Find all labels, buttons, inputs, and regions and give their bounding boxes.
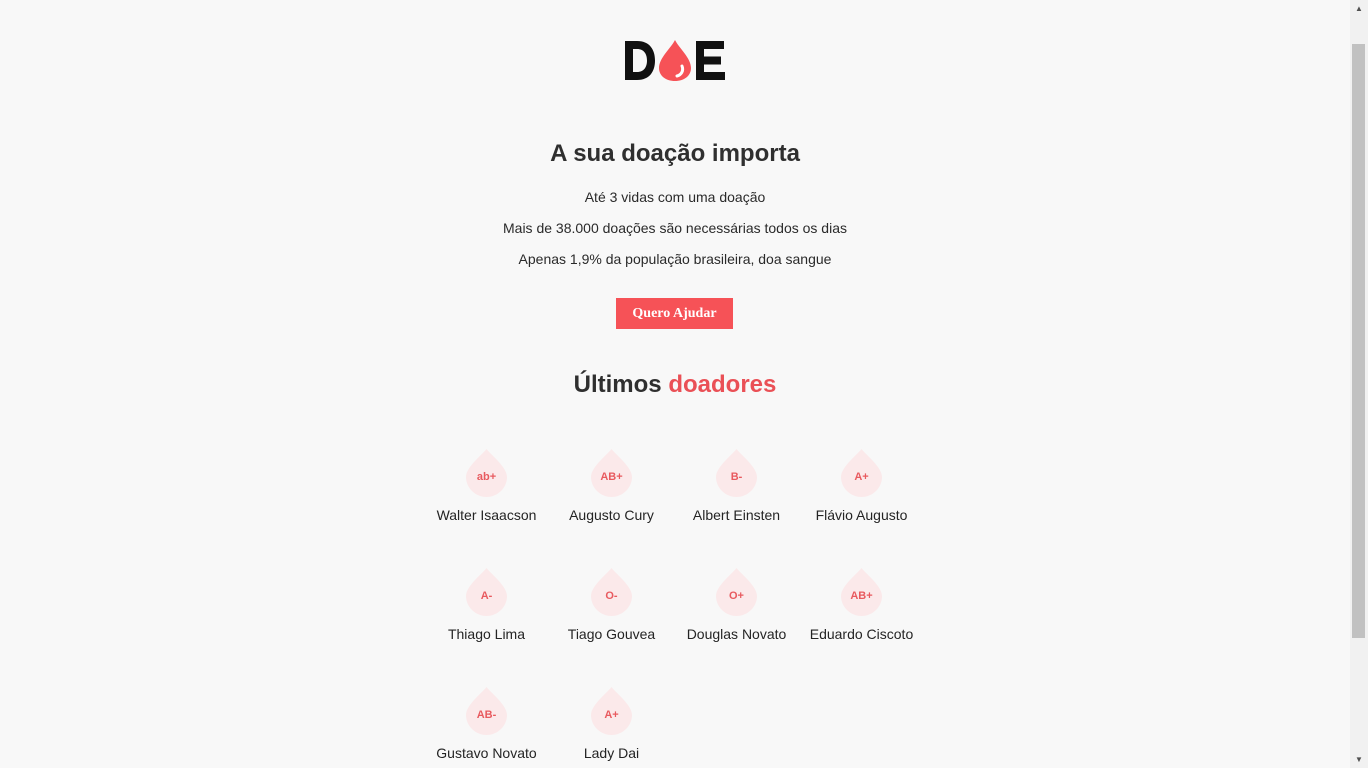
scrollbar-thumb[interactable] bbox=[1352, 44, 1365, 638]
donor-card: O- Tiago Gouvea bbox=[549, 568, 674, 658]
blood-type-label: O- bbox=[605, 590, 618, 602]
donors-section-title: Últimos doadores bbox=[0, 371, 1350, 399]
blood-type-label: ab+ bbox=[476, 471, 497, 483]
fact-donations-needed: Mais de 38.000 doações são necessárias t… bbox=[503, 220, 847, 236]
donor-name: Albert Einsten bbox=[692, 507, 781, 523]
page-title: A sua doação importa bbox=[550, 140, 800, 167]
fact-population: Apenas 1,9% da população brasileira, doa… bbox=[518, 251, 832, 267]
donor-card: A+ Lady Dai bbox=[549, 687, 674, 768]
blood-type-label: A- bbox=[480, 590, 493, 602]
arrow-down-icon[interactable]: ▼ bbox=[1350, 751, 1368, 768]
donor-name: Lady Dai bbox=[583, 745, 640, 761]
blood-type-label: AB- bbox=[476, 709, 497, 721]
blood-type-label: AB+ bbox=[600, 471, 623, 483]
arrow-up-icon[interactable]: ▲ bbox=[1350, 0, 1368, 17]
doe-logo bbox=[624, 38, 728, 84]
donor-name: Eduardo Ciscoto bbox=[809, 626, 914, 642]
donors-title-main: Últimos bbox=[573, 371, 662, 398]
page: A sua doação importa Até 3 vidas com uma… bbox=[0, 0, 1350, 768]
donor-name: Gustavo Novato bbox=[436, 745, 537, 761]
blood-type-label: A+ bbox=[854, 471, 869, 483]
donor-card: B- Albert Einsten bbox=[674, 449, 799, 539]
blood-type-label: AB+ bbox=[850, 590, 873, 602]
blood-type-label: B- bbox=[730, 471, 743, 483]
donor-name: Walter Isaacson bbox=[436, 507, 537, 523]
donor-name: Flávio Augusto bbox=[815, 507, 908, 523]
fact-lives: Até 3 vidas com uma doação bbox=[584, 189, 766, 205]
donor-card: AB- Gustavo Novato bbox=[424, 687, 549, 768]
donor-card: ab+ Walter Isaacson bbox=[424, 449, 549, 539]
donor-name: Douglas Novato bbox=[686, 626, 787, 642]
donor-name: Augusto Cury bbox=[569, 507, 654, 523]
donor-name: Thiago Lima bbox=[447, 626, 526, 642]
donor-card: O+ Douglas Novato bbox=[674, 568, 799, 658]
blood-type-label: O+ bbox=[729, 590, 744, 602]
donor-card: AB+ Eduardo Ciscoto bbox=[799, 568, 924, 658]
donors-title-accent: doadores bbox=[668, 371, 777, 398]
vertical-scrollbar[interactable]: ▲ ▼ bbox=[1350, 0, 1368, 768]
donor-card: AB+ Augusto Cury bbox=[549, 449, 674, 539]
donor-card: A- Thiago Lima bbox=[424, 568, 549, 658]
donor-card: A+ Flávio Augusto bbox=[799, 449, 924, 539]
blood-type-label: A+ bbox=[604, 709, 619, 721]
help-button[interactable]: Quero Ajudar bbox=[616, 298, 733, 329]
donor-name: Tiago Gouvea bbox=[567, 626, 656, 642]
